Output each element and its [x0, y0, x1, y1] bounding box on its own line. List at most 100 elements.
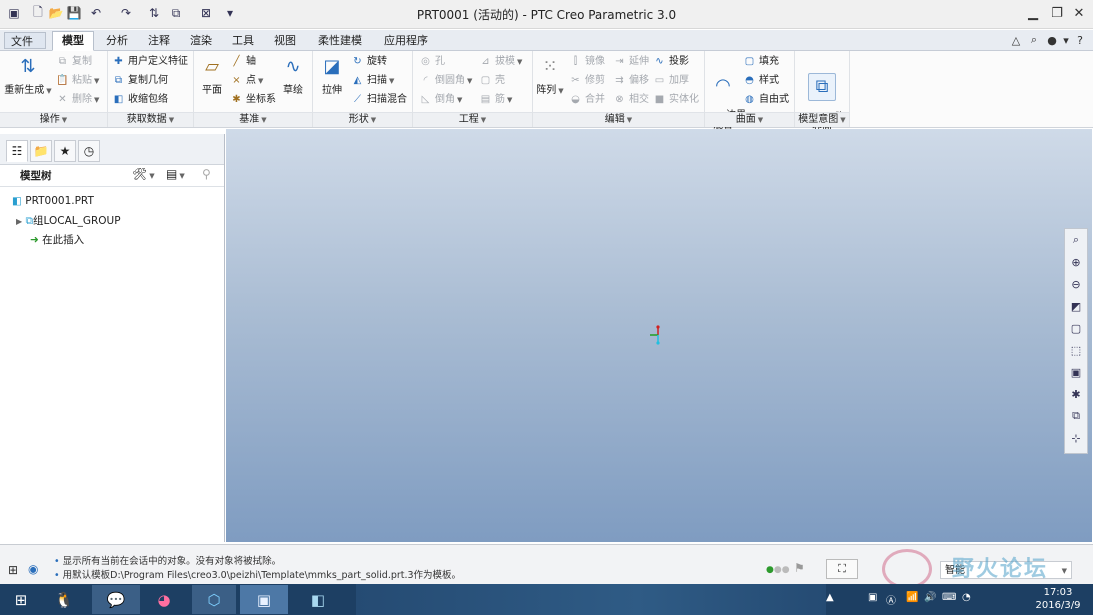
trim-button[interactable]: ✂ 修剪: [569, 72, 605, 89]
revolve-button[interactable]: ↻ 旋转: [351, 53, 387, 70]
freestyle-button[interactable]: ◍ 自由式: [743, 91, 789, 108]
wechat-app-icon[interactable]: 💬: [92, 585, 140, 614]
delete-button[interactable]: ✕ 删除 ▼: [56, 91, 99, 108]
regenerate-button[interactable]: ⇅ 重新生成 ▼: [4, 53, 52, 97]
tray-a-icon[interactable]: Ⓐ: [886, 592, 896, 607]
rib-button[interactable]: ▤ 筋 ▼: [479, 91, 513, 108]
tree-item-part[interactable]: ◧ PRT0001.PRT: [12, 192, 94, 210]
point-button[interactable]: × 点 ▼: [230, 72, 263, 89]
tray-expand-icon[interactable]: ▲: [826, 592, 834, 603]
close-button[interactable]: ✕: [1068, 4, 1090, 22]
sweep-button[interactable]: ◭ 扫描 ▼: [351, 72, 395, 89]
model-tree-tab-icon[interactable]: ☷: [6, 140, 28, 162]
offset-button[interactable]: ⇉ 偏移: [613, 72, 649, 89]
swept-blend-button[interactable]: ⟋ 扫描混合: [351, 91, 407, 108]
display-style-icon[interactable]: ▢: [1067, 319, 1085, 337]
project-button[interactable]: ∿ 投影: [653, 53, 689, 70]
solidify-button[interactable]: ■ 实体化: [653, 91, 699, 108]
group-label-get-data[interactable]: 获取数据 ▼: [108, 112, 193, 127]
graphics-viewport[interactable]: [226, 129, 1092, 542]
tray-speaker-icon[interactable]: ◔: [962, 592, 971, 603]
tab-render[interactable]: 渲染: [184, 32, 218, 49]
favorites-tab-icon[interactable]: ★: [54, 140, 76, 162]
copy-geometry-button[interactable]: ⧉ 复制几何: [112, 72, 168, 89]
boundary-blend-button[interactable]: ◠ 边界 混合: [707, 53, 746, 141]
color-app-icon[interactable]: ◕: [144, 585, 184, 614]
group-label-surfaces[interactable]: 曲面 ▼: [705, 112, 794, 127]
extend-button[interactable]: ⇥ 延伸: [613, 53, 649, 70]
search-icon[interactable]: ⌕: [1026, 32, 1042, 48]
minimize-button[interactable]: ▁: [1022, 4, 1044, 22]
app-launcher-icon[interactable]: ◧: [296, 585, 340, 614]
hole-button[interactable]: ◎ 孔: [419, 53, 445, 70]
extrude-button[interactable]: ◪ 拉伸: [315, 53, 349, 97]
fill-button[interactable]: ▢ 填充: [743, 53, 779, 70]
tab-analysis[interactable]: 分析: [100, 32, 134, 49]
creo-app-icon[interactable]: ⬡: [192, 585, 236, 614]
maximize-button[interactable]: ❐: [1046, 4, 1068, 22]
paste-button[interactable]: 📋 粘贴 ▼: [56, 72, 99, 89]
thicken-button[interactable]: ▭ 加厚: [653, 72, 689, 89]
udf-button[interactable]: ✚ 用户定义特征: [112, 53, 188, 70]
expand-arrow-icon[interactable]: ▶: [16, 217, 22, 226]
chamfer-button[interactable]: ◺ 倒角 ▼: [419, 91, 463, 108]
tab-applications[interactable]: 应用程序: [378, 32, 434, 49]
tab-model[interactable]: 模型: [52, 31, 94, 51]
tab-annotate[interactable]: 注释: [142, 32, 176, 49]
collapse-ribbon-icon[interactable]: △: [1008, 32, 1024, 48]
group-label-operations[interactable]: 操作 ▼: [0, 112, 107, 127]
mirror-button[interactable]: ⫿ 镜像: [569, 53, 605, 70]
tab-view[interactable]: 视图: [268, 32, 302, 49]
refit-icon[interactable]: ⌕: [1067, 231, 1085, 249]
repaint-icon[interactable]: ◩: [1067, 297, 1085, 315]
axis-button[interactable]: ╱ 轴: [230, 53, 256, 70]
view-manager-icon[interactable]: ▣: [1067, 363, 1085, 381]
tree-item-local-group[interactable]: ▶ ⧉组LOCAL_GROUP: [16, 212, 121, 230]
active-window-icon[interactable]: ▣: [240, 585, 288, 614]
saved-orientations-icon[interactable]: ⬚: [1067, 341, 1085, 359]
group-label-engineering[interactable]: 工程 ▼: [413, 112, 532, 127]
group-label-shapes[interactable]: 形状 ▼: [313, 112, 412, 127]
tab-flexible-modeling[interactable]: 柔性建模: [312, 32, 368, 49]
tree-columns-icon[interactable]: ▤ ▼: [166, 167, 185, 181]
tab-tools[interactable]: 工具: [226, 32, 260, 49]
tray-volume-icon[interactable]: 🔊: [924, 592, 936, 603]
group-label-editing[interactable]: 编辑 ▼: [533, 112, 704, 127]
round-button[interactable]: ◜ 倒圆角 ▼: [419, 72, 473, 89]
style-button[interactable]: ◓ 样式: [743, 72, 779, 89]
annotation-display-icon[interactable]: ⧉: [1067, 407, 1085, 425]
copy-button[interactable]: ⧉ 复制: [56, 53, 92, 70]
tray-app-icon[interactable]: ▣: [868, 592, 877, 603]
help-icon[interactable]: ?: [1072, 32, 1088, 48]
group-label-datum[interactable]: 基准 ▼: [194, 112, 312, 127]
history-tab-icon[interactable]: ◷: [78, 140, 100, 162]
flag-icon[interactable]: ⚑: [794, 561, 805, 575]
tray-input-icon[interactable]: ⌨: [942, 592, 956, 603]
csys-button[interactable]: ✱ 坐标系: [230, 91, 276, 108]
draft-button[interactable]: ⊿ 拔模 ▼: [479, 53, 522, 70]
find-binoculars-button[interactable]: ⛶: [826, 559, 858, 579]
tree-item-insert-here[interactable]: ➜ 在此插入: [30, 231, 84, 249]
merge-button[interactable]: ◒ 合并: [569, 91, 605, 108]
windows-start-icon[interactable]: ⊞: [6, 585, 36, 614]
group-label-model-intent[interactable]: 模型意图 ▼: [795, 112, 849, 127]
zoom-in-icon[interactable]: ⊕: [1067, 253, 1085, 271]
browser-icon[interactable]: ◉: [28, 562, 38, 576]
tab-file[interactable]: 文件 ▼: [4, 32, 46, 64]
shrinkwrap-button[interactable]: ◧ 收缩包络: [112, 91, 168, 108]
datum-display-icon[interactable]: ✱: [1067, 385, 1085, 403]
pattern-button[interactable]: ⁙ 阵列 ▼: [535, 53, 565, 97]
tree-filter-icon[interactable]: ⚲: [202, 167, 211, 181]
folder-browser-tab-icon[interactable]: 📁: [30, 140, 52, 162]
qq-app-icon[interactable]: 🐧: [44, 585, 84, 614]
tree-settings-icon[interactable]: 🛠 ▼: [132, 167, 155, 181]
intersect-button[interactable]: ⊗ 相交: [613, 91, 649, 108]
shell-button[interactable]: ▢ 壳: [479, 72, 505, 89]
toggle-navigator-icon[interactable]: ⊞: [8, 563, 18, 577]
tray-network-icon[interactable]: 📶: [906, 592, 918, 603]
spin-center-icon[interactable]: ⊹: [1067, 429, 1085, 447]
taskbar-clock[interactable]: 17:03 2016/3/9: [1028, 586, 1088, 612]
zoom-out-icon[interactable]: ⊖: [1067, 275, 1085, 293]
sketch-button[interactable]: ∿ 草绘: [278, 53, 308, 97]
plane-button[interactable]: ▱ 平面: [196, 53, 228, 97]
